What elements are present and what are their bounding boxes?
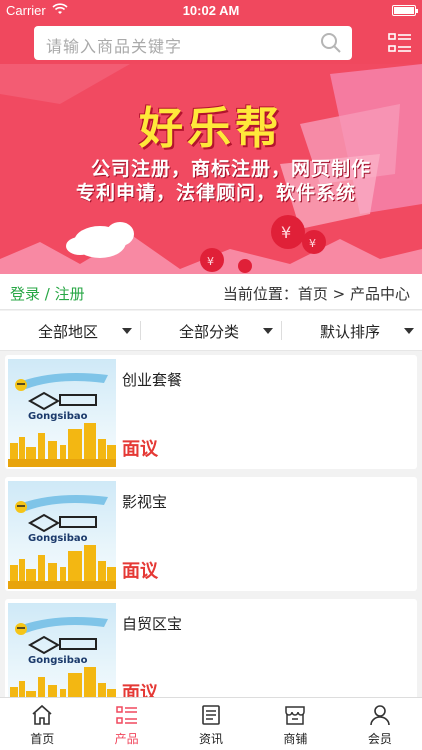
filter-region-dropdown[interactable]: 全部地区 <box>0 311 140 350</box>
list-icon <box>115 706 137 724</box>
svg-text:Gongsibao: Gongsibao <box>28 533 88 544</box>
product-price: 面议 <box>122 561 158 582</box>
clock: 10:02 AM <box>182 3 240 18</box>
brand-logo-image: Gongsibao <box>8 495 116 589</box>
breadcrumb: 当前位置：首页 > 产品中心 <box>222 285 410 303</box>
promo-banner[interactable]: ¥ ¥ ¥ 好乐帮 公司注册，商标注册，网页制作 专利申请，法律顾问，软件系统 <box>0 64 422 274</box>
product-price: 面议 <box>122 439 158 460</box>
brand-logo-image: Gongsibao <box>10 617 116 697</box>
tab-news[interactable]: 资讯 <box>169 698 253 750</box>
chevron-down-icon <box>122 328 132 334</box>
filter-category-label: 全部分类 <box>179 323 240 341</box>
tab-products[interactable]: 产品 <box>84 698 168 750</box>
breadcrumb-bar: 登录 / 注册 当前位置：首页 > 产品中心 <box>0 274 422 310</box>
store-icon <box>285 706 306 725</box>
product-item[interactable]: Gongsibao 自贸区宝 面议 <box>5 599 417 697</box>
product-price: 面议 <box>122 683 158 697</box>
product-thumbnail: Gongsibao <box>8 359 116 467</box>
filter-bar: 全部地区 全部分类 默认排序 <box>0 311 422 351</box>
svg-text:¥: ¥ <box>309 237 316 250</box>
battery-icon <box>392 5 418 16</box>
tab-store[interactable]: 商铺 <box>253 698 337 750</box>
product-thumbnail: Gongsibao <box>8 603 116 697</box>
filter-category-dropdown[interactable]: 全部分类 <box>141 311 281 350</box>
svg-text:¥: ¥ <box>207 255 214 268</box>
bottom-tab-bar: 首页 产品 资讯 商铺 会员 <box>0 697 422 750</box>
product-thumbnail: Gongsibao <box>8 481 116 589</box>
tab-news-label: 资讯 <box>199 732 224 746</box>
header-bar: Carrier 10:02 AM 请输入商品关键字 <box>0 0 422 64</box>
category-menu-icon[interactable] <box>388 32 412 54</box>
tab-member[interactable]: 会员 <box>338 698 422 750</box>
banner-line-2: 专利申请，法律顾问，软件系统 <box>75 182 356 204</box>
brand-logo-image: Gongsibao <box>8 373 116 467</box>
app-screen: Carrier 10:02 AM 请输入商品关键字 ¥ ¥ ¥ 好乐帮 公司注册… <box>0 0 422 750</box>
product-list: Gongsibao 创业套餐 面议 Gongsibao 影视宝 面议 Gongs… <box>0 353 422 697</box>
status-bar: Carrier 10:02 AM <box>0 0 422 22</box>
product-item[interactable]: Gongsibao 影视宝 面议 <box>5 477 417 591</box>
news-icon <box>202 705 220 725</box>
svg-text:¥: ¥ <box>281 223 291 242</box>
search-input[interactable]: 请输入商品关键字 <box>34 26 352 60</box>
banner-title: 好乐帮 <box>139 103 283 154</box>
svg-text:Gongsibao: Gongsibao <box>28 411 88 422</box>
banner-line-1: 公司注册，商标注册，网页制作 <box>90 158 371 180</box>
product-name: 自贸区宝 <box>122 615 183 633</box>
tab-home-label: 首页 <box>30 732 55 746</box>
search-icon[interactable] <box>320 32 342 54</box>
filter-sort-label: 默认排序 <box>320 323 381 341</box>
filter-region-label: 全部地区 <box>38 323 99 341</box>
product-name: 影视宝 <box>122 493 168 511</box>
login-register-link[interactable]: 登录 / 注册 <box>10 283 85 304</box>
product-item[interactable]: Gongsibao 创业套餐 面议 <box>5 355 417 469</box>
search-placeholder: 请输入商品关键字 <box>46 37 183 56</box>
svg-text:Gongsibao: Gongsibao <box>28 655 88 666</box>
tab-products-label: 产品 <box>114 732 139 746</box>
product-name: 创业套餐 <box>122 371 183 389</box>
tab-member-label: 会员 <box>367 732 392 746</box>
tab-store-label: 商铺 <box>283 732 308 746</box>
home-icon <box>32 704 52 725</box>
chevron-down-icon <box>404 328 414 334</box>
tab-home[interactable]: 首页 <box>0 698 84 750</box>
chevron-down-icon <box>263 328 273 334</box>
filter-sort-dropdown[interactable]: 默认排序 <box>282 311 422 350</box>
user-icon <box>370 705 390 726</box>
